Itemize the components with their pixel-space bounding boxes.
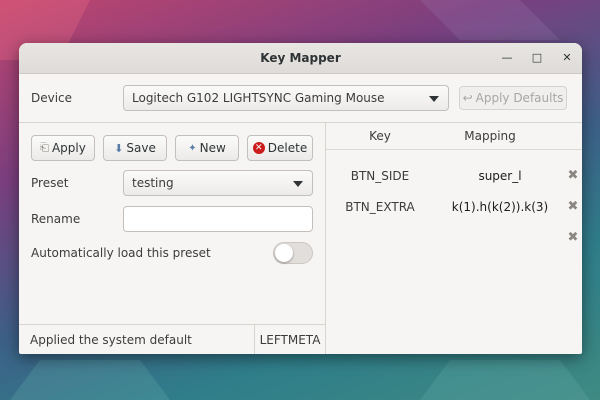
preset-label: Preset [31, 176, 69, 190]
key-cell[interactable]: BTN_EXTRA [326, 200, 434, 214]
delete-row-icon[interactable]: ✖ [566, 230, 580, 245]
device-label: Device [31, 91, 73, 105]
save-label: Save [126, 141, 156, 155]
table-row[interactable]: BTN_EXTRA k(1).h(k(2)).k(3) ✖ [326, 191, 582, 222]
key-mapper-window: Key Mapper — □ ✕ Device Logitech G102 LI… [19, 43, 582, 354]
column-header-mapping: Mapping [464, 129, 516, 143]
apply-icon: ⎗ [40, 141, 49, 154]
column-header-key: Key [369, 129, 391, 143]
delete-row-icon[interactable]: ✖ [566, 168, 580, 183]
table-row[interactable]: ✖ [326, 222, 582, 253]
autoload-label: Automatically load this preset [31, 246, 211, 260]
key-cell[interactable]: BTN_SIDE [326, 169, 434, 183]
preset-toolbar: ⎗ Apply ⬇ Save ✦ New ✕ Delete [19, 123, 325, 161]
rename-input[interactable] [123, 206, 313, 232]
main-area: ⎗ Apply ⬇ Save ✦ New ✕ Delete Preset tes… [19, 123, 582, 354]
minimize-icon[interactable]: — [500, 50, 514, 64]
mapping-table-header: Key Mapping [326, 123, 582, 150]
apply-button[interactable]: ⎗ Apply [31, 135, 95, 161]
device-select-value: Logitech G102 LIGHTSYNC Gaming Mouse [132, 91, 385, 105]
autoload-toggle[interactable] [273, 242, 313, 264]
mapping-panel: Key Mapping BTN_SIDE super_l ✖ BTN_EXTRA… [326, 123, 582, 354]
rename-label: Rename [31, 212, 81, 226]
window-title: Key Mapper [260, 51, 341, 65]
toggle-knob [275, 244, 293, 262]
apply-defaults-label: Apply Defaults [475, 91, 564, 105]
apply-defaults-button[interactable]: ↩ Apply Defaults [459, 86, 567, 110]
status-bar: Applied the system default LEFTMETA [19, 324, 325, 354]
window-controls: — □ ✕ [500, 50, 574, 64]
apply-label: Apply [51, 141, 86, 155]
delete-icon: ✕ [252, 142, 265, 154]
save-button[interactable]: ⬇ Save [103, 135, 167, 161]
delete-label: Delete [267, 141, 308, 155]
mapping-cell[interactable]: super_l [434, 169, 566, 183]
new-icon: ✦ [188, 142, 197, 154]
delete-row-icon[interactable]: ✖ [566, 199, 580, 214]
new-button[interactable]: ✦ New [175, 135, 239, 161]
table-row[interactable]: BTN_SIDE super_l ✖ [326, 160, 582, 191]
maximize-icon[interactable]: □ [530, 50, 544, 64]
undo-arrow-icon: ↩ [462, 91, 473, 105]
title-bar[interactable]: Key Mapper — □ ✕ [19, 43, 582, 74]
save-icon: ⬇ [114, 141, 124, 155]
rename-row: Rename [19, 205, 325, 233]
status-key: LEFTMETA [254, 325, 325, 354]
device-select[interactable]: Logitech G102 LIGHTSYNC Gaming Mouse [123, 85, 449, 111]
preset-panel: ⎗ Apply ⬇ Save ✦ New ✕ Delete Preset tes… [19, 123, 326, 354]
new-label: New [199, 141, 226, 155]
chevron-down-icon [293, 181, 303, 187]
preset-select[interactable]: testing [123, 170, 313, 196]
mapping-cell[interactable]: k(1).h(k(2)).k(3) [434, 200, 566, 214]
status-message: Applied the system default [30, 333, 192, 347]
chevron-down-icon [429, 96, 439, 102]
autoload-row: Automatically load this preset [19, 241, 325, 265]
device-row: Device Logitech G102 LIGHTSYNC Gaming Mo… [19, 74, 582, 123]
preset-row: Preset testing [19, 169, 325, 197]
preset-select-value: testing [132, 176, 174, 190]
delete-button[interactable]: ✕ Delete [247, 135, 313, 161]
close-icon[interactable]: ✕ [560, 50, 574, 64]
